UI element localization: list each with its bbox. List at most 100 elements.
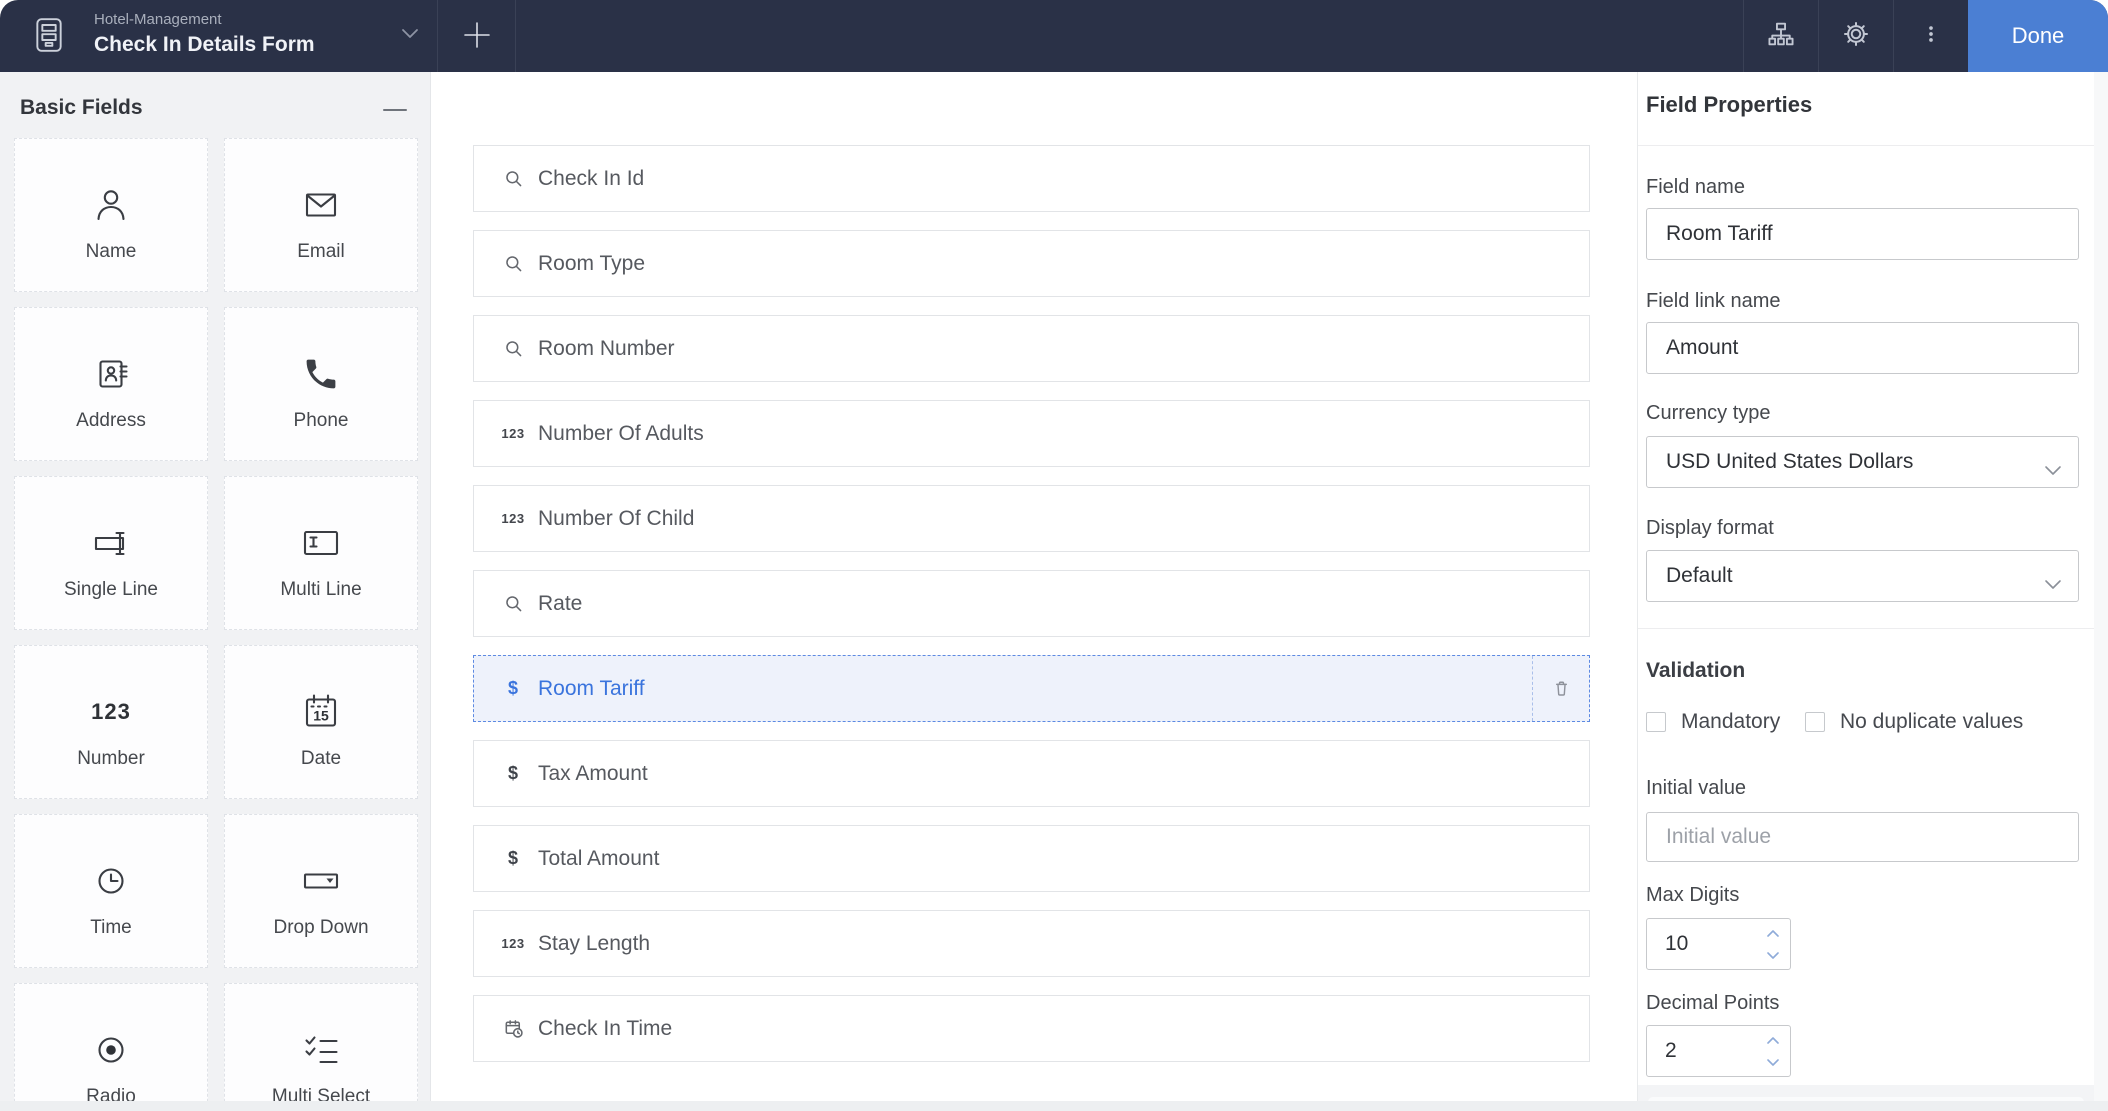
stepper-down-icon[interactable] (1765, 949, 1781, 961)
form-app-icon (29, 14, 69, 61)
field-link-name-input[interactable] (1646, 322, 2079, 374)
palette-card-radio[interactable]: Radio (14, 983, 208, 1111)
title-block: Hotel-Management Check In Details Form (94, 10, 315, 59)
single-line-icon (87, 505, 135, 567)
palette-card-single-line[interactable]: Single Line (14, 476, 208, 630)
stepper-up-icon[interactable] (1765, 927, 1781, 939)
palette-card-label: Time (90, 917, 132, 939)
chevron-down-icon (2044, 572, 2062, 596)
form-field-row-stay-length[interactable]: 123 Stay Length (473, 910, 1590, 977)
radio-icon (87, 1012, 135, 1074)
bottom-edge (0, 1101, 2108, 1111)
lookup-icon (498, 592, 528, 615)
palette-card-drop-down[interactable]: Drop Down (224, 814, 418, 968)
palette-card-label: Multi Line (280, 579, 361, 601)
number-icon: 123 (498, 511, 528, 526)
minus-icon (383, 99, 407, 117)
form-field-label: Tax Amount (538, 762, 648, 786)
display-format-value: Default (1666, 564, 1733, 588)
palette-card-label: Name (86, 241, 137, 263)
panel-scrollbar[interactable] (2094, 72, 2108, 1111)
form-field-label: Room Tariff (538, 677, 645, 701)
panel-title: Field Properties (1646, 92, 1812, 118)
done-button[interactable]: Done (1968, 0, 2108, 72)
form-field-label: Room Number (538, 337, 675, 361)
palette-card-label: Email (297, 241, 345, 263)
form-field-label: Stay Length (538, 932, 650, 956)
phone-icon (297, 336, 345, 398)
initial-value-input[interactable] (1646, 812, 2079, 862)
form-field-label: Total Amount (538, 847, 659, 871)
number-icon: 123 (498, 426, 528, 441)
app-menu-button[interactable] (26, 14, 72, 60)
form-builder-app: Hotel-Management Check In Details Form (0, 0, 2108, 1111)
collapse-section-button[interactable] (380, 95, 410, 121)
palette-card-address[interactable]: Address (14, 307, 208, 461)
form-field-row-check-in-time[interactable]: Check In Time (473, 995, 1590, 1062)
display-format-select[interactable]: Default (1646, 550, 2079, 602)
form-field-row-check-in-id[interactable]: Check In Id (473, 145, 1590, 212)
dropdown-icon (297, 843, 345, 905)
no-duplicate-checkbox[interactable] (1805, 712, 1825, 732)
form-field-row-room-tariff[interactable]: $Room Tariff (473, 655, 1590, 722)
currency-type-select[interactable]: USD United States Dollars (1646, 436, 2079, 488)
currency-icon: $ (498, 848, 528, 869)
mandatory-checkbox-group[interactable]: Mandatory (1646, 710, 1780, 734)
panel-divider (1638, 145, 2094, 146)
form-switcher-button[interactable] (394, 20, 426, 52)
field-properties-panel: Field Properties Field name Field link n… (1637, 72, 2108, 1111)
calendar-icon (297, 674, 345, 736)
form-field-row-total-amount[interactable]: $ Total Amount (473, 825, 1590, 892)
lookup-icon (498, 167, 528, 190)
address-book-icon (87, 336, 135, 398)
field-name-label: Field name (1646, 176, 1745, 199)
palette-card-multi-select[interactable]: Multi Select (224, 983, 418, 1111)
form-field-row-number-of-adults[interactable]: 123Number Of Adults (473, 400, 1590, 467)
currency-type-value: USD United States Dollars (1666, 450, 1913, 474)
settings-button[interactable] (1818, 0, 1893, 72)
form-field-row-room-type[interactable]: Room Type (473, 230, 1590, 297)
sitemap-icon (1766, 19, 1796, 54)
palette-card-name[interactable]: Name (14, 138, 208, 292)
field-palette: Name Email AddressPhone Single Line Multi Li… (14, 138, 418, 1111)
panel-divider (1638, 628, 2094, 629)
palette-card-phone[interactable]: Phone (224, 307, 418, 461)
palette-card-time[interactable]: Time (14, 814, 208, 968)
mandatory-checkbox[interactable] (1646, 712, 1666, 732)
field-name-input[interactable] (1646, 208, 2079, 260)
palette-card-email[interactable]: Email (224, 138, 418, 292)
multi-select-icon (297, 1012, 345, 1074)
gear-icon (1841, 19, 1871, 54)
add-form-button[interactable] (454, 14, 500, 60)
stepper-down-icon[interactable] (1765, 1056, 1781, 1068)
form-field-row-room-number[interactable]: Room Number (473, 315, 1590, 382)
form-field-label: Rate (538, 592, 582, 616)
app-name: Hotel-Management (94, 10, 315, 29)
palette-card-label: Drop Down (273, 917, 368, 939)
form-field-row-number-of-child[interactable]: 123Number Of Child (473, 485, 1590, 552)
form-field-row-tax-amount[interactable]: $Tax Amount (473, 740, 1590, 807)
lookup-icon (498, 252, 528, 275)
workflow-button[interactable] (1743, 0, 1818, 72)
multi-line-icon (297, 505, 345, 567)
email-icon (297, 167, 345, 229)
palette-card-date[interactable]: Date (224, 645, 418, 799)
palette-card-number[interactable]: Number (14, 645, 208, 799)
delete-field-button[interactable] (1532, 656, 1589, 721)
decimal-points-input[interactable] (1646, 1025, 1791, 1077)
field-types-sidebar: Basic Fields NameEmailAddressPhoneSingle… (0, 72, 431, 1111)
max-digits-input[interactable] (1646, 918, 1791, 970)
no-duplicate-checkbox-group[interactable]: No duplicate values (1805, 710, 2023, 734)
navbar-divider (437, 0, 438, 72)
max-digits-stepper (1646, 918, 1791, 970)
form-field-row-rate[interactable]: Rate (473, 570, 1590, 637)
more-options-button[interactable] (1893, 0, 1968, 72)
number-icon: 123 (498, 936, 528, 951)
form-field-label: Check In Time (538, 1017, 672, 1041)
stepper-up-icon[interactable] (1765, 1034, 1781, 1046)
datetime-icon (498, 1017, 528, 1040)
palette-card-label: Single Line (64, 579, 158, 601)
palette-card-multi-line[interactable]: Multi Line (224, 476, 418, 630)
initial-value-label: Initial value (1646, 777, 1746, 800)
decimal-points-stepper (1646, 1025, 1791, 1077)
